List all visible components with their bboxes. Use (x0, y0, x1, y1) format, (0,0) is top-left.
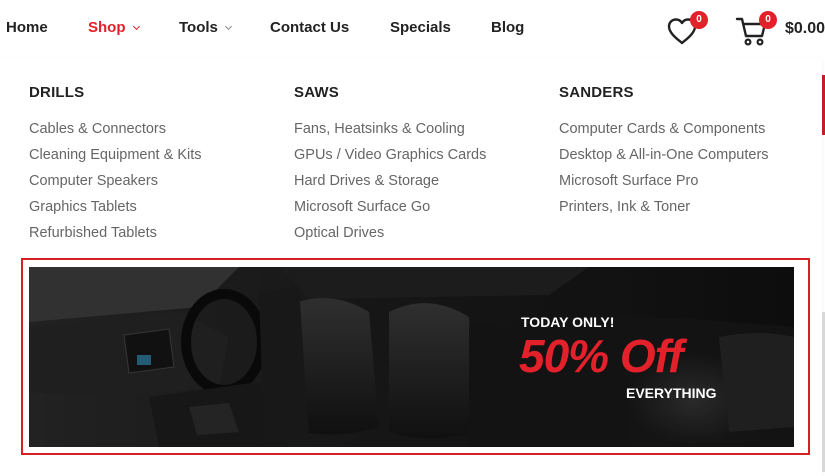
nav-tools-label: Tools (179, 19, 218, 36)
menu-column-title[interactable]: SANDERS (559, 84, 769, 102)
menu-column-saws: SAWS Fans, Heatsinks & Cooling GPUs / Vi… (294, 84, 486, 246)
promo-banner[interactable]: TODAY ONLY! 50% Off EVERYTHING (29, 267, 794, 447)
menu-link[interactable]: Microsoft Surface Go (294, 194, 486, 220)
menu-link[interactable]: Computer Cards & Components (559, 116, 769, 142)
menu-link[interactable]: Computer Speakers (29, 168, 202, 194)
menu-link[interactable]: Hard Drives & Storage (294, 168, 486, 194)
menu-column-sanders: SANDERS Computer Cards & Components Desk… (559, 84, 769, 220)
wishlist-count-badge: 0 (690, 11, 708, 29)
menu-link[interactable]: Microsoft Surface Pro (559, 168, 769, 194)
nav-shop-label: Shop (88, 19, 126, 36)
promo-headline: 50% Off (519, 330, 683, 382)
menu-link[interactable]: Printers, Ink & Toner (559, 194, 769, 220)
menu-link[interactable]: Refurbished Tablets (29, 220, 202, 246)
nav-contact-us[interactable]: Contact Us (270, 19, 349, 37)
menu-column-title[interactable]: SAWS (294, 84, 486, 102)
menu-link[interactable]: Cables & Connectors (29, 116, 202, 142)
menu-link[interactable]: Graphics Tablets (29, 194, 202, 220)
nav-shop[interactable]: Shop (88, 19, 140, 37)
chevron-down-icon (224, 22, 232, 31)
cart-total[interactable]: $0.00 (785, 20, 825, 38)
promo-kicker: TODAY ONLY! (521, 314, 615, 330)
menu-column-title[interactable]: DRILLS (29, 84, 202, 102)
menu-link[interactable]: Desktop & All-in-One Computers (559, 142, 769, 168)
menu-link[interactable]: Cleaning Equipment & Kits (29, 142, 202, 168)
promo-subtext: EVERYTHING (626, 385, 717, 401)
nav-tools[interactable]: Tools (179, 19, 232, 37)
nav-home[interactable]: Home (6, 19, 48, 37)
chevron-down-icon (132, 22, 140, 31)
wishlist-button[interactable]: 0 (666, 11, 710, 48)
menu-link[interactable]: GPUs / Video Graphics Cards (294, 142, 486, 168)
cart-button[interactable]: 0 (735, 11, 779, 48)
nav-blog[interactable]: Blog (491, 19, 524, 37)
nav-specials[interactable]: Specials (390, 19, 451, 37)
menu-link[interactable]: Fans, Heatsinks & Cooling (294, 116, 486, 142)
menu-column-drills: DRILLS Cables & Connectors Cleaning Equi… (29, 84, 202, 246)
cart-count-badge: 0 (759, 11, 777, 29)
main-navigation: Home Shop Tools Contact Us Specials Blog… (0, 0, 825, 58)
menu-link[interactable]: Optical Drives (294, 220, 486, 246)
